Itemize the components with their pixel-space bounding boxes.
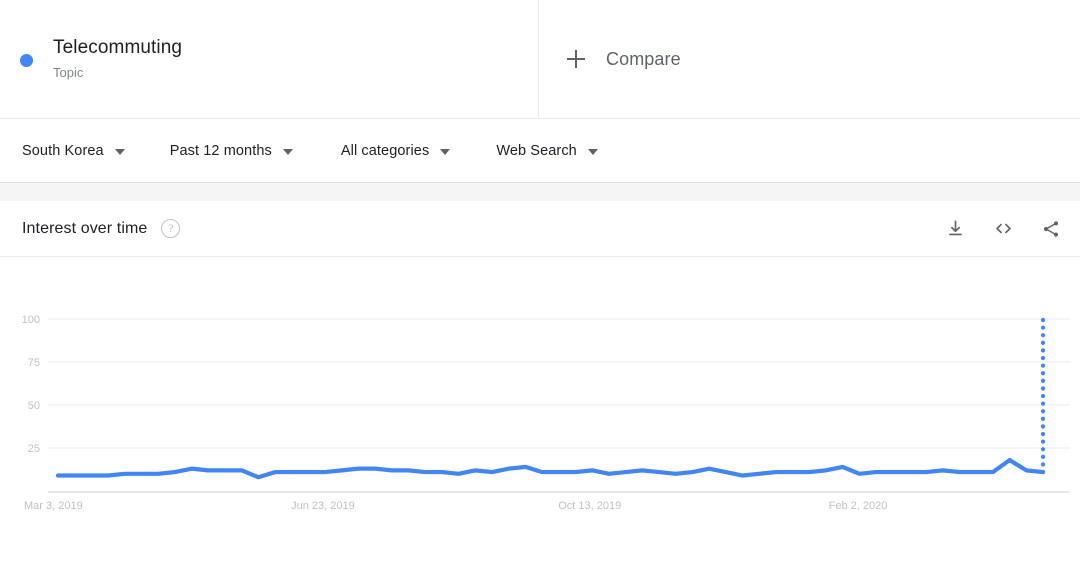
y-tick-label: 25 — [28, 443, 40, 455]
search-term-subtitle: Topic — [53, 64, 84, 80]
section-separator — [0, 183, 1080, 202]
search-term-text: Telecommuting Topic — [53, 36, 182, 83]
search-term-card[interactable]: Telecommuting Topic — [0, 0, 539, 118]
chevron-down-icon — [114, 148, 125, 155]
filter-region-label: South Korea — [22, 142, 104, 159]
chevron-down-icon — [587, 148, 598, 155]
chart-x-tick-labels: Mar 3, 2019 Jun 23, 2019 Oct 13, 2019 Feb 2… — [24, 500, 887, 512]
y-tick-label: 50 — [28, 400, 40, 412]
filter-category[interactable]: All categories — [340, 142, 451, 159]
chevron-down-icon — [282, 148, 293, 155]
google-trends-page: Telecommuting Topic Compare South Korea … — [0, 0, 1080, 572]
legend-dot-icon — [20, 53, 33, 67]
filter-search-type[interactable]: Web Search — [496, 143, 598, 159]
search-term-title: Telecommuting — [53, 36, 183, 58]
chevron-down-icon — [440, 148, 451, 155]
chart-series-line — [55, 457, 1046, 480]
x-tick-label: Mar 3, 2019 — [24, 500, 83, 512]
download-csv-icon[interactable] — [944, 218, 966, 240]
chart-svg: 100 75 50 25 Mar 3, 2019 Jun 23, 2019 Oct 13,… — [22, 314, 1070, 512]
chart-header: Interest over time ? — [0, 201, 1080, 257]
share-icon[interactable] — [1040, 218, 1062, 240]
filter-time-range-label: Past 12 months — [169, 142, 272, 159]
filter-region[interactable]: South Korea — [22, 143, 125, 159]
plus-icon — [567, 50, 585, 68]
chart-y-tick-labels: 100 75 50 25 — [22, 314, 40, 455]
x-tick-label: Feb 2, 2020 — [829, 500, 888, 512]
chart-title: Interest over time — [22, 219, 148, 237]
chart-gridlines — [48, 318, 1070, 449]
search-term-bar: Telecommuting Topic Compare — [0, 0, 1080, 119]
add-comparison-button[interactable]: Compare — [539, 0, 1080, 118]
help-icon[interactable]: ? — [161, 219, 181, 238]
x-tick-label: Jun 23, 2019 — [291, 500, 355, 512]
y-tick-label: 75 — [28, 357, 40, 369]
compare-label: Compare — [606, 48, 681, 69]
embed-code-icon[interactable] — [992, 218, 1014, 240]
filter-category-label: All categories — [340, 142, 430, 159]
chart-actions — [944, 201, 1062, 256]
filter-time-range[interactable]: Past 12 months — [170, 143, 293, 159]
interest-over-time-card: Interest over time ? 100 75 50 25 Mar 3,… — [0, 201, 1080, 531]
filter-search-type-label: Web Search — [496, 142, 577, 159]
y-tick-label: 100 — [22, 314, 40, 326]
filter-bar: South Korea Past 12 months All categorie… — [0, 119, 1080, 183]
x-tick-label: Oct 13, 2019 — [558, 500, 621, 512]
interest-over-time-chart[interactable]: 100 75 50 25 Mar 3, 2019 Jun 23, 2019 Oct 13,… — [0, 257, 1080, 532]
